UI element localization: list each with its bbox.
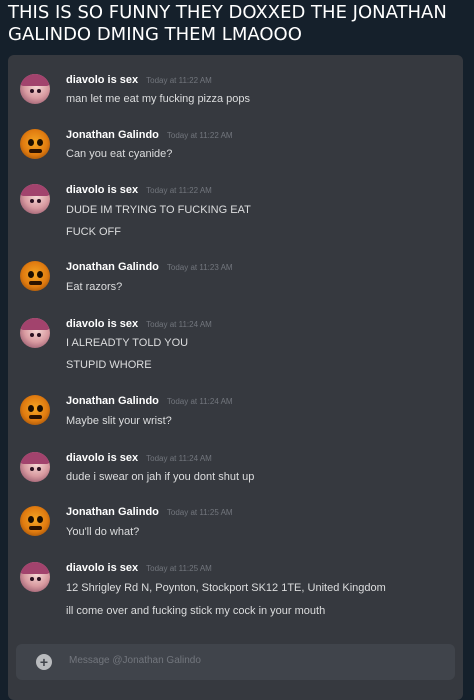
message-text: FUCK OFF	[66, 226, 121, 238]
avatar-jonathan-galindo[interactable]	[20, 395, 50, 425]
timestamp: Today at 11:25 AM	[146, 564, 212, 573]
author-name[interactable]: diavolo is sex Today at 11:25 AM	[66, 562, 212, 574]
message-text: DUDE IM TRYING TO FUCKING EAT	[66, 204, 251, 216]
avatar-diavolo[interactable]	[20, 562, 50, 592]
timestamp: Today at 11:22 AM	[166, 131, 233, 140]
avatar-diavolo[interactable]	[20, 184, 50, 214]
message-text: ill come over and fucking stick my cock …	[66, 605, 326, 617]
timestamp: Today at 11:24 AM	[146, 454, 212, 463]
avatar-jonathan-galindo[interactable]	[20, 261, 50, 291]
timestamp: Today at 11:22 AM	[146, 186, 212, 195]
author-name[interactable]: diavolo is sex Today at 11:22 AM	[66, 184, 212, 196]
timestamp: Today at 11:22 AM	[146, 76, 212, 85]
message-input[interactable]: + Message @Jonathan Galindo	[16, 644, 455, 680]
author-name[interactable]: Jonathan Galindo Today at 11:25 AM	[66, 506, 233, 518]
message-text: You'll do what?	[66, 526, 140, 538]
message-placeholder: Message @Jonathan Galindo	[69, 655, 201, 666]
avatar-diavolo[interactable]	[20, 74, 50, 104]
author-name[interactable]: Jonathan Galindo Today at 11:23 AM	[66, 261, 233, 273]
timestamp: Today at 11:24 AM	[166, 397, 233, 406]
plus-circle-icon[interactable]: +	[36, 654, 52, 670]
post-caption: THIS IS SO FUNNY THEY DOXXED THE JONATHA…	[8, 2, 447, 45]
message-text: dude i swear on jah if you dont shut up	[66, 471, 255, 483]
timestamp: Today at 11:24 AM	[146, 320, 212, 329]
message-text: man let me eat my fucking pizza pops	[66, 93, 251, 105]
message-text: 12 Shrigley Rd N, Poynton, Stockport SK1…	[66, 582, 386, 594]
message-text: I ALREADTY TOLD YOU	[66, 337, 189, 349]
author-name[interactable]: diavolo is sex Today at 11:24 AM	[66, 318, 212, 330]
author-name[interactable]: Jonathan Galindo Today at 11:22 AM	[66, 129, 233, 141]
message-text: STUPID WHORE	[66, 359, 152, 371]
avatar-diavolo[interactable]	[20, 318, 50, 348]
author-name[interactable]: diavolo is sex Today at 11:24 AM	[66, 452, 212, 464]
message-text: Can you eat cyanide?	[66, 148, 173, 160]
discord-dm-panel: diavolo is sex Today at 11:22 AM man let …	[8, 55, 463, 700]
author-name[interactable]: Jonathan Galindo Today at 11:24 AM	[66, 395, 233, 407]
avatar-jonathan-galindo[interactable]	[20, 506, 50, 536]
timestamp: Today at 11:25 AM	[166, 508, 233, 517]
author-name[interactable]: diavolo is sex Today at 11:22 AM	[66, 74, 212, 86]
message-text: Maybe slit your wrist?	[66, 415, 172, 427]
avatar-jonathan-galindo[interactable]	[20, 129, 50, 159]
timestamp: Today at 11:23 AM	[166, 263, 233, 272]
avatar-diavolo[interactable]	[20, 452, 50, 482]
message-text: Eat razors?	[66, 281, 123, 293]
